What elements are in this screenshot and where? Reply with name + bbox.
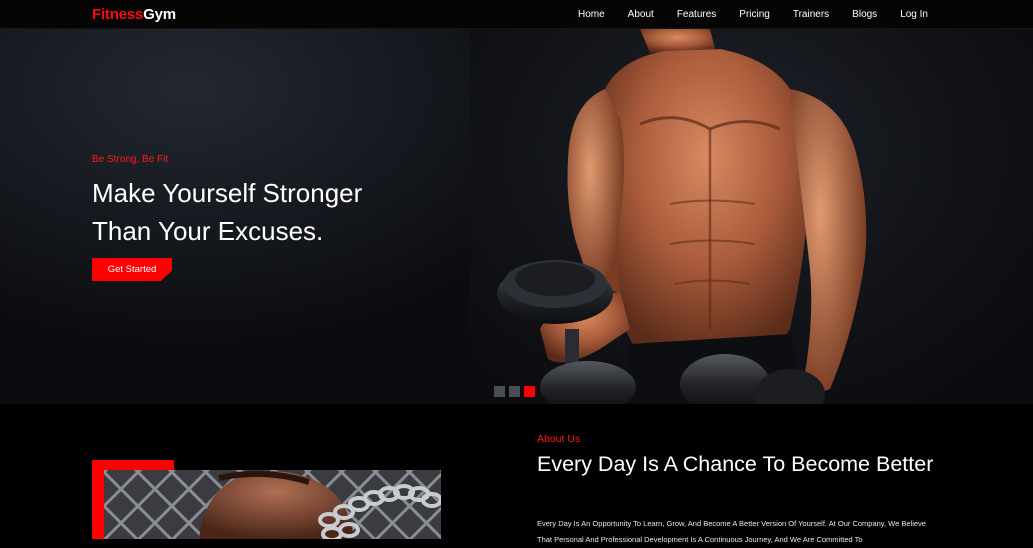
about-photo [104,470,441,539]
hero-headline: Make Yourself Stronger Than Your Excuses… [92,174,362,250]
carousel-dot-2[interactable] [509,386,520,397]
about-description: Every Day Is An Opportunity To Learn, Gr… [537,519,926,544]
about-title: Every Day Is A Chance To Become Better [537,452,934,476]
brand-part-gym: Gym [143,6,176,23]
hero-eyebrow: Be Strong, Be Fit [92,154,169,165]
hero-athlete-image [497,29,867,404]
brand-part-fitness: Fitness [92,6,144,23]
about-photo-image [104,470,441,539]
nav-link-features[interactable]: Features [677,9,716,20]
carousel-dot-1[interactable] [494,386,505,397]
hero-headline-line-2: Than Your Excuses. [92,216,324,246]
nav-link-blogs[interactable]: Blogs [852,9,877,20]
about-eyebrow: About Us [537,433,581,445]
brand-logo[interactable]: FitnessGym [92,6,176,23]
nav-link-about[interactable]: About [628,9,654,20]
nav-link-pricing[interactable]: Pricing [739,9,770,20]
hero-section: Be Strong, Be Fit Make Yourself Stronger… [0,29,1033,404]
get-started-button[interactable]: Get Started [92,258,172,281]
carousel-indicators [494,386,535,397]
nav-link-login[interactable]: Log In [900,9,928,20]
nav-menu: Home About Features Pricing Trainers Blo… [555,9,928,20]
nav-link-trainers[interactable]: Trainers [793,9,829,20]
about-section: About Us Every Day Is A Chance To Become… [0,404,1033,544]
carousel-dot-3[interactable] [524,386,535,397]
navbar: FitnessGym Home About Features Pricing T… [0,0,1033,29]
nav-link-home[interactable]: Home [578,9,605,20]
hero-headline-line-1: Make Yourself Stronger [92,178,363,208]
